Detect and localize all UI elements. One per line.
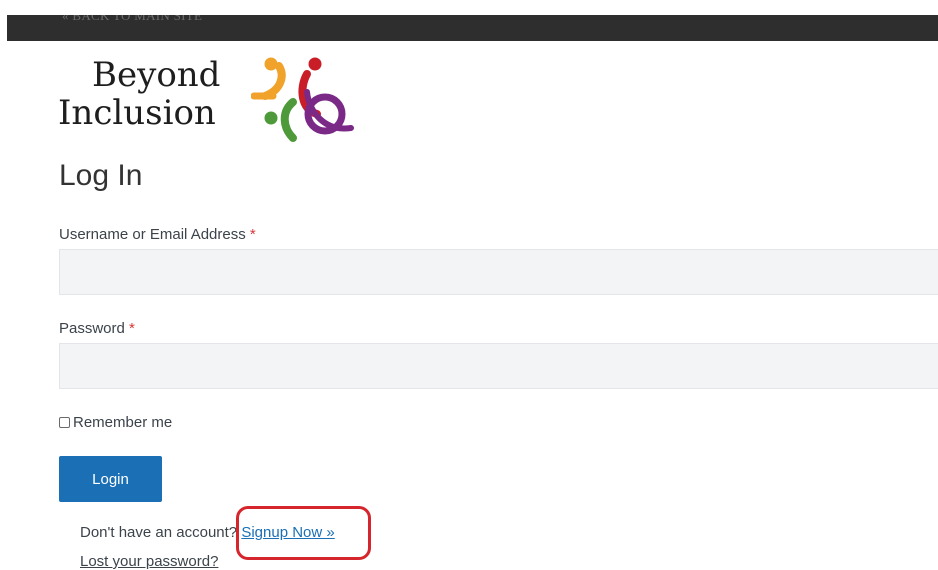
remember-me-checkbox[interactable] (59, 417, 70, 428)
username-label-text: Username or Email Address (59, 226, 246, 243)
page-title: Log In (59, 159, 143, 192)
password-label: Password * (59, 320, 135, 337)
signup-prompt-text: Don't have an account? (80, 524, 238, 541)
top-strip (0, 0, 938, 15)
required-marker: * (129, 320, 135, 337)
username-input[interactable] (59, 249, 938, 295)
logo-mark-icon (251, 57, 354, 142)
remember-me-row[interactable]: Remember me (59, 414, 172, 431)
logo-text-line1: Beyond (92, 55, 221, 95)
logo[interactable]: Beyond Inclusion (58, 52, 358, 144)
top-bar: « BACK TO MAIN SITE (7, 15, 938, 41)
password-label-text: Password (59, 320, 125, 337)
username-label: Username or Email Address * (59, 226, 256, 243)
remember-me-label: Remember me (73, 414, 173, 431)
signup-prompt-row: Don't have an account? Signup Now » (80, 524, 335, 541)
signup-now-link[interactable]: Signup Now » (241, 524, 334, 541)
password-input[interactable] (59, 343, 938, 389)
back-to-main-site-link[interactable]: « BACK TO MAIN SITE (62, 15, 202, 24)
logo-text-line2: Inclusion (58, 93, 216, 133)
login-button[interactable]: Login (59, 456, 162, 502)
required-marker: * (249, 226, 256, 243)
